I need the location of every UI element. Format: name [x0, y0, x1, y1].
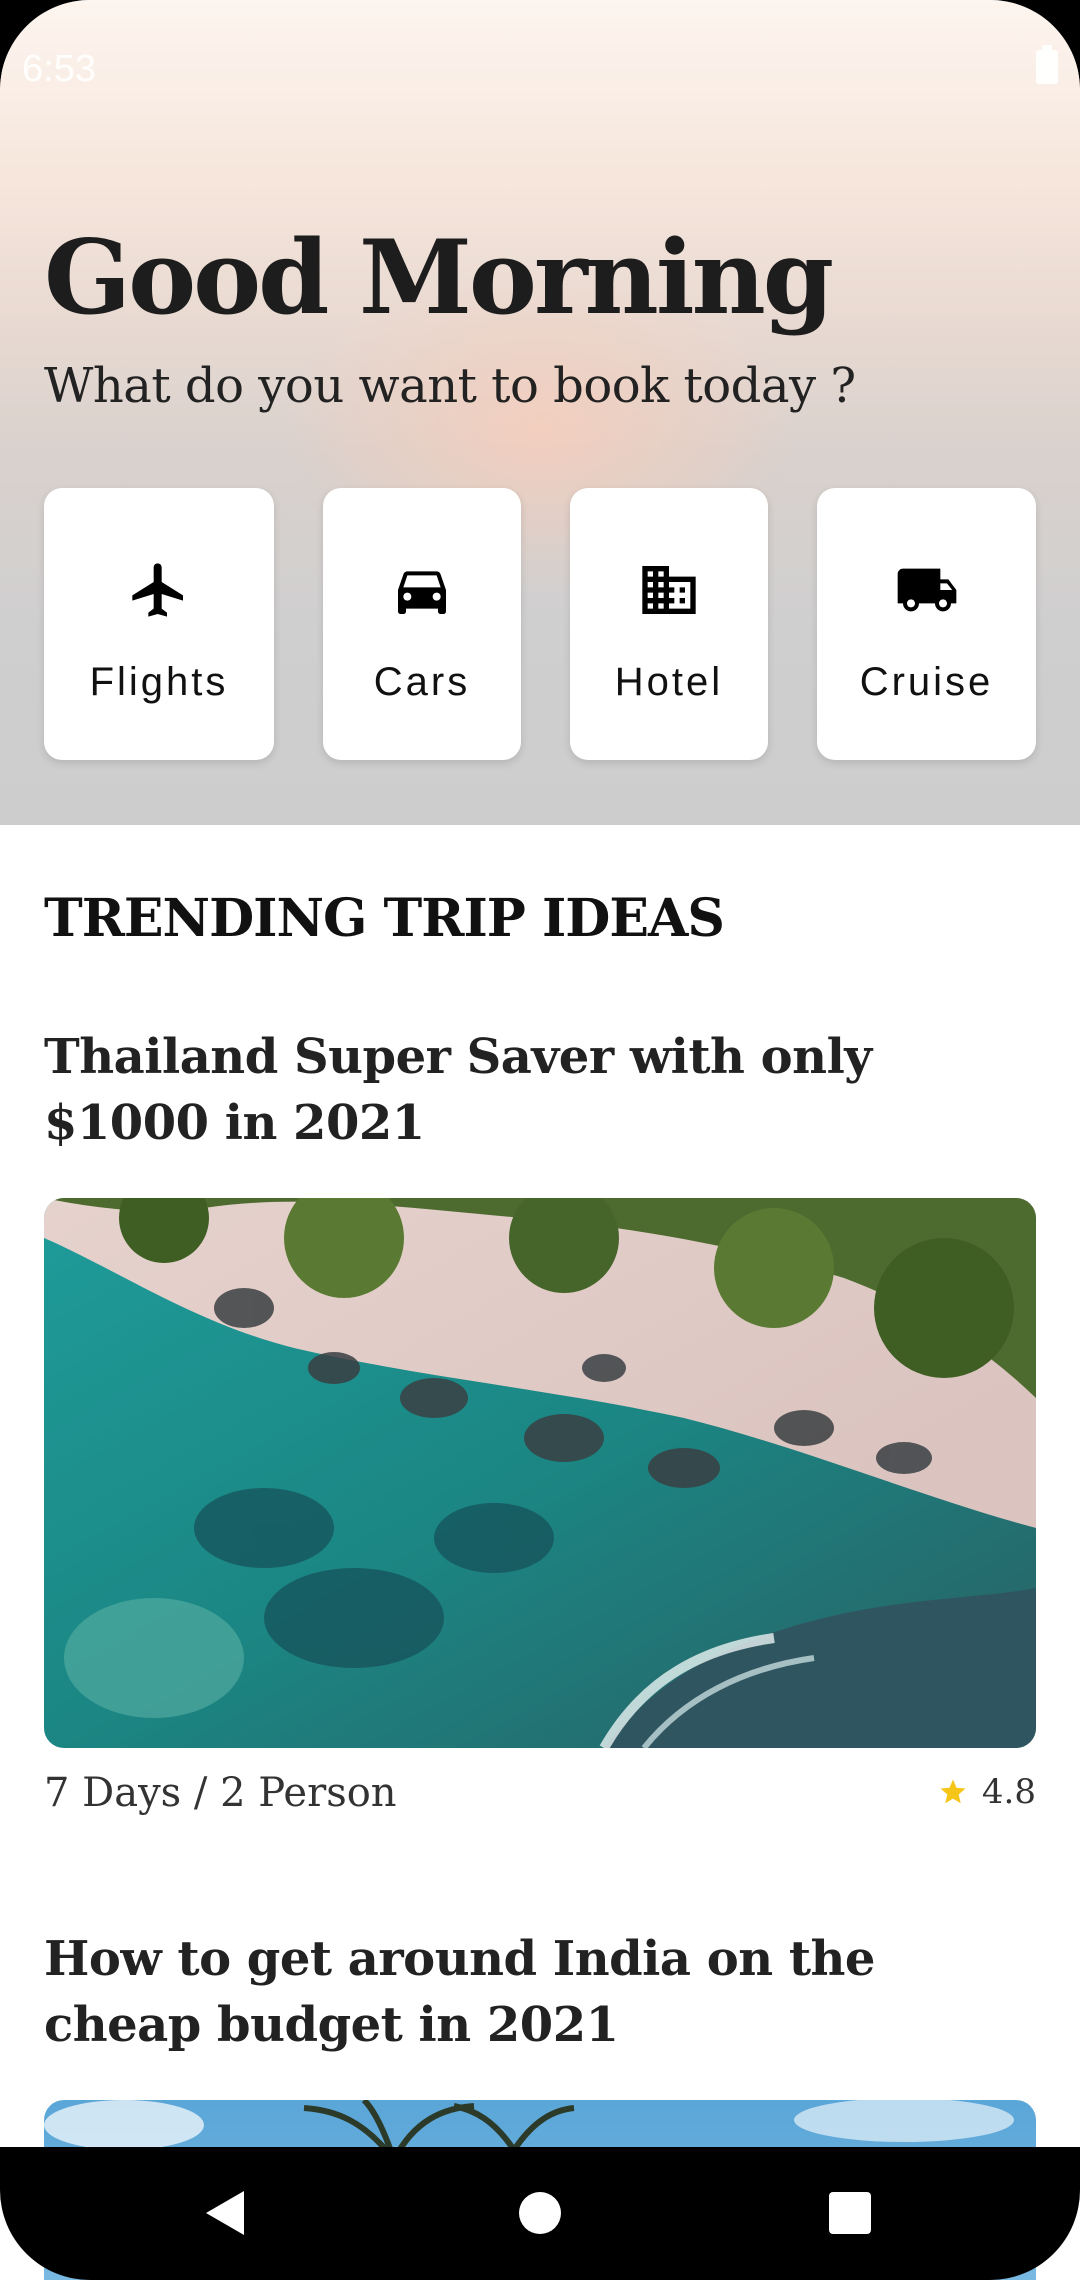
category-cars-button[interactable]: Cars [323, 488, 521, 760]
home-icon[interactable] [504, 2177, 576, 2249]
status-time: 6:53 [22, 48, 96, 90]
hero-banner: 6:53 Good Morning What do you want to bo… [0, 0, 1080, 825]
section-title: TRENDING TRIP IDEAS [44, 888, 725, 949]
battery-icon [1036, 45, 1058, 84]
category-label: Cruise [859, 660, 994, 704]
greeting-subtitle: What do you want to book today ? [44, 358, 856, 414]
status-bar: 6:53 [0, 0, 1080, 140]
star-icon [940, 1779, 966, 1804]
phone-screen: 6:53 Good Morning What do you want to bo… [0, 0, 1080, 2280]
beach-aerial-image[interactable] [44, 1198, 1036, 1748]
building-icon [642, 566, 696, 614]
trip-rating: 4.8 [938, 1772, 1036, 1812]
truck-icon [897, 568, 956, 612]
greeting-title: Good Morning [44, 218, 834, 338]
rating-value: 4.8 [981, 1772, 1036, 1812]
category-flights-button[interactable]: Flights [44, 488, 274, 760]
trip-title[interactable]: Thailand Super Saver with only $1000 in … [44, 1024, 1044, 1156]
category-label: Hotel [614, 660, 724, 704]
recents-icon[interactable] [814, 2177, 886, 2249]
category-cruise-button[interactable]: Cruise [817, 488, 1036, 760]
system-nav-bar [0, 2147, 1080, 2280]
trip-title[interactable]: How to get around India on the cheap bud… [44, 1926, 1044, 2058]
airplane-icon [132, 563, 183, 617]
back-icon[interactable] [190, 2177, 262, 2249]
category-hotel-button[interactable]: Hotel [570, 488, 768, 760]
category-label: Cars [373, 660, 471, 704]
trip-duration: 7 Days / 2 Person [44, 1770, 397, 1816]
category-label: Flights [89, 660, 229, 704]
car-icon [398, 571, 446, 614]
